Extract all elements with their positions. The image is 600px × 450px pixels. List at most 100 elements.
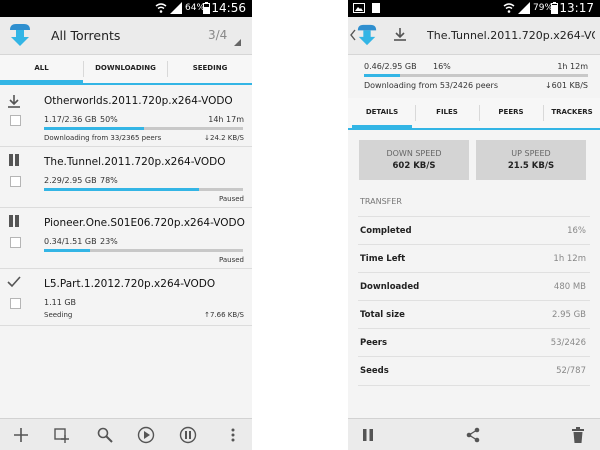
detail-tabs: DETAILS FILES PEERS TRACKERS <box>348 98 600 130</box>
download-icon[interactable] <box>392 26 408 42</box>
status-bar: 64% 14:56 <box>0 0 252 17</box>
delete-icon[interactable] <box>569 426 587 444</box>
up-speed-box: UP SPEED 21.5 KB/S <box>476 140 586 180</box>
pause-icon[interactable] <box>6 213 22 229</box>
progress-bar <box>44 188 243 191</box>
detail-value: 1h 12m <box>553 254 586 264</box>
down-speed-box: DOWN SPEED 602 KB/S <box>359 140 469 180</box>
torrent-status: Seeding <box>44 311 73 319</box>
detail-key: Time Left <box>360 254 406 264</box>
select-checkbox[interactable] <box>10 298 21 309</box>
torrent-percent: 78% <box>100 176 118 185</box>
up-speed-label: UP SPEED <box>511 149 551 158</box>
battery-percent: 79% <box>533 3 554 13</box>
detail-key: Downloaded <box>360 282 420 292</box>
pause-icon[interactable] <box>359 426 377 444</box>
torrent-rate: ↓24.2 KB/S <box>204 134 244 142</box>
checkmark-icon[interactable] <box>6 274 22 290</box>
clock: 13:17 <box>559 1 594 15</box>
tab-downloading[interactable]: DOWNLOADING <box>84 55 167 83</box>
detail-row: Downloaded 480 MB <box>358 272 590 301</box>
torrent-rate: Paused <box>218 195 244 203</box>
action-bar: The.Tunnel.2011.720p.x264-VODO <box>348 17 600 55</box>
battery-percent: 64% <box>185 3 206 13</box>
torrent-size: 0.34/1.51 GB <box>44 237 97 246</box>
clock: 14:56 <box>211 1 246 15</box>
torrent-name: L5.Part.1.2012.720p.x264-VODO <box>44 278 216 290</box>
progress-fill <box>44 188 200 191</box>
progress-bar <box>364 74 588 77</box>
search-icon[interactable] <box>96 426 114 444</box>
torrent-row[interactable]: Pioneer.One.S01E06.720p.x264-VODO 0.34/1… <box>0 208 252 269</box>
detail-value: 16% <box>567 226 586 236</box>
torrent-row[interactable]: L5.Part.1.2012.720p.x264-VODO 1.11 GB Se… <box>0 269 252 326</box>
detail-row: Time Left 1h 12m <box>358 244 590 273</box>
battery-icon <box>551 2 558 14</box>
signal-icon <box>518 2 530 14</box>
select-checkbox[interactable] <box>10 115 21 126</box>
torrent-rate: ↑7.66 KB/S <box>204 311 244 319</box>
progress-fill <box>364 74 400 77</box>
detail-key: Seeds <box>360 366 389 376</box>
torrent-eta: 14h 17m <box>208 115 244 124</box>
app-logo-icon[interactable] <box>8 22 32 48</box>
status-bar: 79% 13:17 <box>348 0 600 17</box>
progress-bar <box>44 249 243 252</box>
gallery-notification-icon <box>353 3 365 13</box>
view-title[interactable]: All Torrents <box>51 17 120 54</box>
pause-all-icon[interactable] <box>179 426 197 444</box>
action-bar: All Torrents 3/4 <box>0 17 252 55</box>
detail-eta: 1h 12m <box>557 62 588 71</box>
torrent-list-screen: 64% 14:56 All Torrents 3/4 ALL DOWNLOADI… <box>0 0 252 450</box>
up-speed-value: 21.5 KB/S <box>507 161 555 171</box>
torrent-title: The.Tunnel.2011.720p.x264-VODO <box>427 29 595 42</box>
detail-percent: 16% <box>433 62 451 71</box>
share-icon[interactable] <box>464 426 482 444</box>
download-icon[interactable] <box>6 93 22 109</box>
detail-value: 52/787 <box>556 366 586 376</box>
detail-row: Total size 2.95 GB <box>358 300 590 329</box>
select-checkbox[interactable] <box>10 176 21 187</box>
resume-all-icon[interactable] <box>137 426 155 444</box>
detail-size: 0.46/2.95 GB <box>364 62 417 71</box>
tab-details[interactable]: DETAILS <box>352 98 412 128</box>
progress-bar <box>44 127 243 130</box>
detail-value: 53/2426 <box>550 338 586 348</box>
select-multiple-icon[interactable] <box>53 426 71 444</box>
detail-key: Total size <box>360 310 405 320</box>
tab-trackers[interactable]: TRACKERS <box>544 98 600 128</box>
detail-row: Completed 16% <box>358 216 590 245</box>
torrent-percent: 50% <box>100 115 118 124</box>
wifi-icon <box>155 3 167 13</box>
bottom-toolbar <box>0 418 252 450</box>
detail-status: Downloading from 53/2426 peers <box>364 81 498 90</box>
tab-seeding[interactable]: SEEDING <box>168 55 252 83</box>
detail-row: Seeds 52/787 <box>358 356 590 386</box>
tab-peers[interactable]: PEERS <box>480 98 542 128</box>
detail-value: 480 MB <box>553 282 586 292</box>
torrent-rate: Paused <box>218 256 244 264</box>
torrent-row[interactable]: The.Tunnel.2011.720p.x264-VODO 2.29/2.95… <box>0 147 252 208</box>
bottom-toolbar <box>348 418 600 450</box>
tab-all[interactable]: ALL <box>0 55 83 83</box>
torrent-name: Pioneer.One.S01E06.720p.x264-VODO <box>44 217 245 229</box>
torrent-percent: 23% <box>100 237 118 246</box>
torrent-name: The.Tunnel.2011.720p.x264-VODO <box>44 156 226 168</box>
add-icon[interactable] <box>12 426 30 444</box>
detail-key: Completed <box>360 226 412 236</box>
torrent-size: 1.17/2.36 GB <box>44 115 97 124</box>
tab-files[interactable]: FILES <box>416 98 478 128</box>
overflow-menu-icon[interactable] <box>224 426 242 444</box>
filter-tabs: ALL DOWNLOADING SEEDING <box>0 55 252 85</box>
torrent-name: Otherworlds.2011.720p.x264-VODO <box>44 95 233 107</box>
down-speed-label: DOWN SPEED <box>386 149 442 158</box>
detail-value: 2.95 GB <box>551 310 586 320</box>
torrent-count: 3/4 <box>208 28 228 42</box>
pause-icon[interactable] <box>6 152 22 168</box>
torrent-row[interactable]: Otherworlds.2011.720p.x264-VODO 1.17/2.3… <box>0 86 252 147</box>
select-checkbox[interactable] <box>10 237 21 248</box>
detail-key: Peers <box>360 338 388 348</box>
wifi-icon <box>503 3 515 13</box>
app-logo-icon[interactable] <box>356 22 378 48</box>
spinner-dropdown-icon[interactable] <box>234 39 241 46</box>
